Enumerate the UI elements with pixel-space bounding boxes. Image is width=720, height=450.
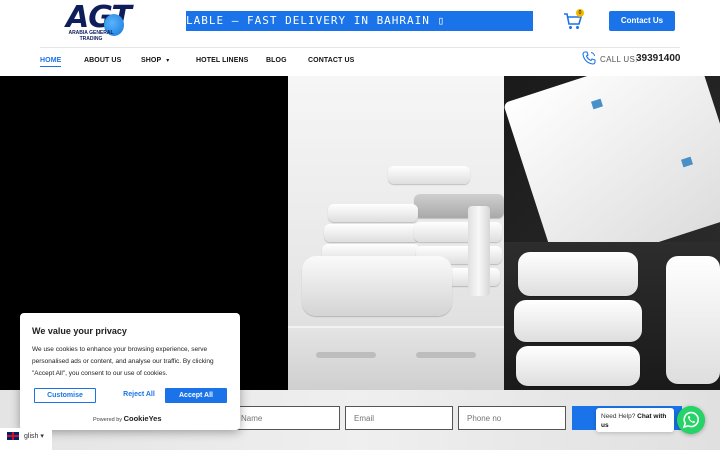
uk-flag-icon xyxy=(7,432,19,440)
chevron-down-icon: ▾ xyxy=(166,58,170,64)
phone-icon xyxy=(582,51,596,65)
name-input[interactable] xyxy=(232,406,340,430)
cookieyes-logo: CookieYes xyxy=(123,414,162,423)
call-us-number[interactable]: 39391400 xyxy=(636,53,681,64)
phone-input[interactable] xyxy=(458,406,566,430)
nav-item-contact-us[interactable]: CONTACT US xyxy=(308,57,354,64)
cookie-body: We use cookies to enhance your browsing … xyxy=(32,346,214,377)
contact-us-button[interactable]: Contact Us xyxy=(609,11,675,31)
language-label[interactable]: glish ▾ xyxy=(24,432,44,440)
cookie-powered-by[interactable]: Powered by CookieYes xyxy=(93,414,162,423)
site-header: AGT ARABIA GENERAL TRADING LABLE — FAST … xyxy=(0,0,720,76)
nav-divider xyxy=(40,47,680,48)
cookie-customise-button[interactable]: Customise xyxy=(34,388,96,403)
call-us-label: CALL US: xyxy=(600,55,638,64)
whatsapp-help-prefix: Need Help? xyxy=(601,413,636,420)
cart-count-badge: 0 xyxy=(576,9,584,17)
nav-item-hotel-linens[interactable]: HOTEL LINENS xyxy=(196,57,248,64)
whatsapp-icon[interactable] xyxy=(677,406,705,434)
nav-item-about-us[interactable]: ABOUT US xyxy=(84,57,121,64)
nav-item-home[interactable]: HOME xyxy=(40,57,62,67)
hero-photo-folded-towel xyxy=(504,76,720,242)
email-input[interactable] xyxy=(345,406,453,430)
hero-photo-rolled-towels xyxy=(504,242,720,390)
whatsapp-help-bubble[interactable]: Need Help? Chat with us xyxy=(596,408,674,432)
cookie-consent-banner: We value your privacy We use cookies to … xyxy=(20,313,240,430)
cookie-title: We value your privacy xyxy=(32,326,127,336)
nav-item-blog[interactable]: BLOG xyxy=(266,57,287,64)
cookie-reject-all-button[interactable]: Reject All xyxy=(108,388,170,403)
logo-subtitle: ARABIA GENERAL TRADING xyxy=(68,30,114,42)
powered-by-label: Powered by xyxy=(93,417,123,423)
announcement-marquee: LABLE — FAST DELIVERY IN BAHRAIN ▯ xyxy=(186,11,533,31)
nav-item-shop[interactable]: SHOP ▾ xyxy=(141,57,169,64)
hero-photo-stacked-towels xyxy=(288,76,504,390)
cookie-accept-all-button[interactable]: Accept All xyxy=(165,388,227,403)
nav-item-shop-label: SHOP xyxy=(141,57,162,64)
